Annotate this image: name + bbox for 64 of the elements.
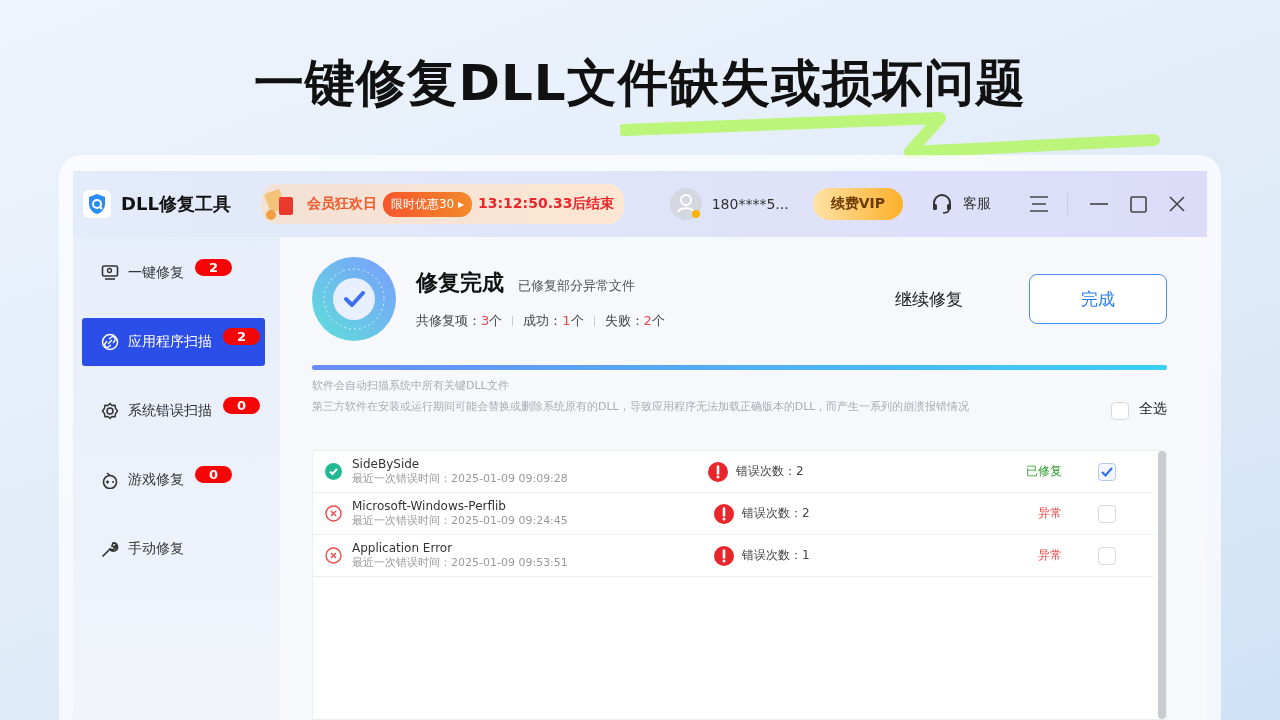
renew-vip-button[interactable]: 续费VIP [812, 188, 903, 220]
exclamation-icon [714, 545, 734, 566]
wrench-icon [101, 540, 119, 558]
shield-logo-icon [83, 190, 111, 218]
sidebar-item[interactable]: 手动修复 [82, 525, 265, 573]
entry-time: 最近一次错误时间：2025-01-09 09:09:28 [352, 471, 569, 486]
stat-text: 共修复项：3个 [416, 312, 503, 330]
count-badge: 0 [195, 465, 233, 483]
entry-name: SideBySide [352, 457, 421, 471]
list-row[interactable]: Microsoft-Windows-Perflib 最近一次错误时间：2025-01-09 09:24:45 错误次数：2 异常 [313, 493, 1154, 535]
error-count: 错误次数：2 [742, 505, 810, 522]
app-title: DLL修复工具 [121, 192, 231, 216]
entry-name: Application Error [352, 541, 454, 555]
info-text: 软件会自动扫描系统中所有关键DLL文件 [312, 378, 510, 393]
countdown-text: 13:12:50.33后结束 [478, 195, 615, 213]
exclamation-icon [708, 461, 728, 482]
status-label: 已修复 [1025, 463, 1062, 480]
sidebar-item[interactable]: 一键修复 2 [82, 249, 265, 297]
maximize-icon[interactable] [1130, 195, 1147, 213]
result-subtitle: 已修复部分异常文件 [518, 277, 635, 295]
row-checkbox[interactable] [1098, 462, 1116, 481]
menu-icon[interactable] [1029, 195, 1049, 213]
promo-label: 会员狂欢日 [306, 195, 377, 213]
status-label: 异常 [1037, 505, 1062, 522]
count-badge: 2 [195, 258, 233, 276]
row-checkbox[interactable] [1098, 504, 1116, 523]
settings-icon [101, 402, 119, 420]
row-checkbox[interactable] [1098, 546, 1116, 565]
stat-text: 成功：1个 [523, 312, 584, 330]
sidebar-item[interactable]: 游戏修复 0 [82, 456, 265, 504]
minimize-icon[interactable] [1090, 203, 1108, 205]
user-name[interactable]: 180****5... [711, 196, 789, 212]
stat-text: 失败：2个 [604, 312, 665, 330]
list-row[interactable]: SideBySide 最近一次错误时间：2025-01-09 09:09:28 错误次数：2 已修复 [313, 451, 1154, 493]
promo-banner[interactable]: 会员狂欢日 限时优惠30 ▸ 13:12:50.33后结束 [260, 184, 625, 224]
sidebar-item[interactable]: 系统错误扫描 0 [82, 387, 265, 435]
list-row[interactable]: Application Error 最近一次错误时间：2025-01-09 09:53:51 错误次数：1 异常 [313, 535, 1154, 577]
done-button[interactable]: 完成 [1029, 274, 1167, 324]
close-icon[interactable] [1169, 196, 1185, 212]
scrollbar[interactable] [1158, 451, 1166, 719]
error-count: 错误次数：1 [742, 547, 810, 564]
check-circle-icon [312, 257, 396, 341]
count-badge: 0 [223, 396, 261, 414]
monitor-icon [101, 264, 119, 282]
entry-name: Microsoft-Windows-Perflib [352, 499, 507, 513]
support-link[interactable]: 客服 [963, 195, 991, 213]
error-x-icon [325, 505, 342, 522]
error-x-icon [325, 547, 342, 564]
entry-time: 最近一次错误时间：2025-01-09 09:24:45 [352, 513, 569, 528]
error-count: 错误次数：2 [736, 463, 804, 480]
headset-icon[interactable] [931, 193, 953, 215]
entry-time: 最近一次错误时间：2025-01-09 09:53:51 [352, 555, 569, 570]
continue-repair-button[interactable]: 继续修复 [889, 286, 969, 312]
avatar-icon[interactable] [669, 188, 702, 220]
exclamation-icon [714, 503, 734, 524]
link-icon [101, 333, 119, 351]
headline: 一键修复DLL文件缺失或损坏问题 [254, 53, 1026, 114]
sidebar-item[interactable]: 应用程序扫描 2 [82, 318, 265, 366]
select-all-label[interactable]: 全选 [1139, 400, 1167, 418]
select-all-checkbox[interactable] [1111, 402, 1129, 420]
result-title: 修复完成 [416, 269, 504, 297]
status-label: 异常 [1037, 547, 1062, 564]
success-icon [325, 463, 342, 480]
count-badge: 2 [223, 327, 261, 345]
